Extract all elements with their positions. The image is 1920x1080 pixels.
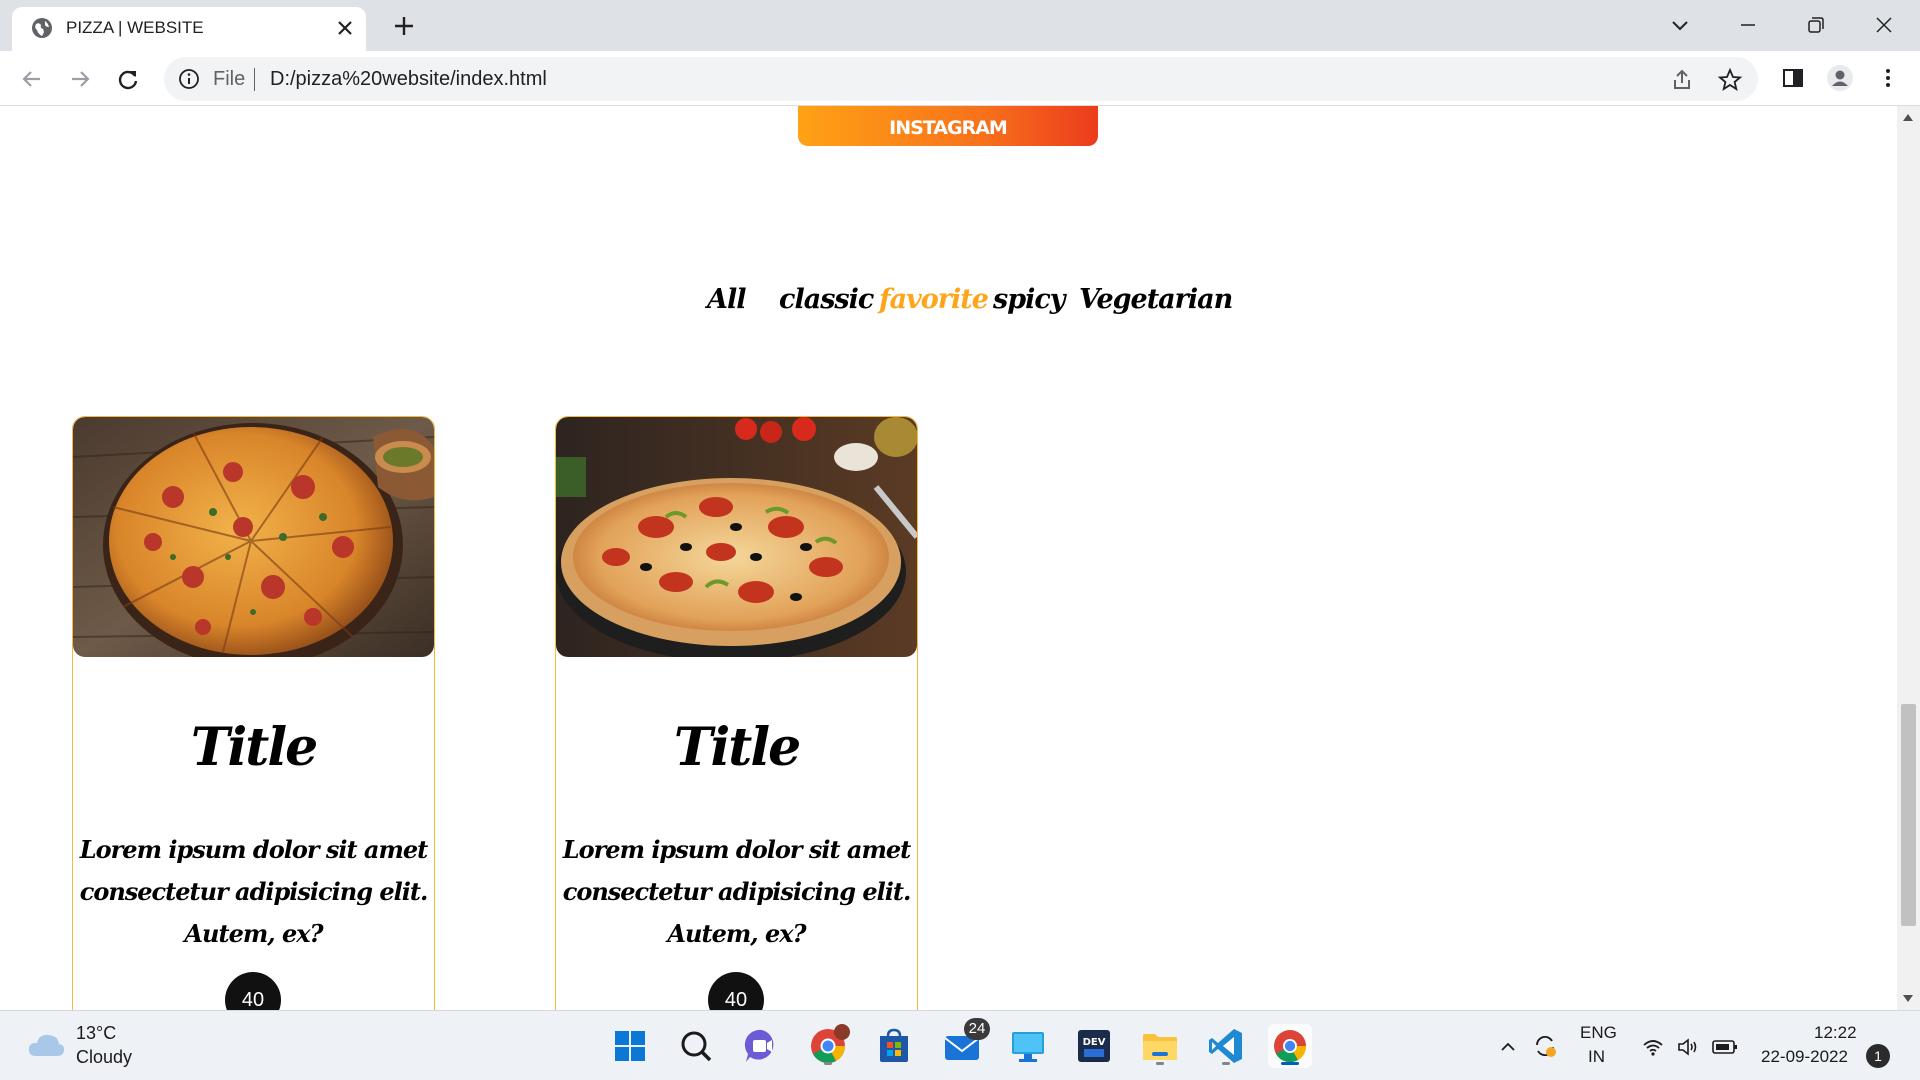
price-badge: 40 bbox=[708, 972, 764, 1010]
filter-spicy[interactable]: spicy bbox=[993, 284, 1065, 315]
filter-vegetarian[interactable]: Vegetarian bbox=[1079, 284, 1233, 315]
pizza-card[interactable]: Title Lorem ipsum dolor sit amet consect… bbox=[72, 416, 435, 1010]
taskbar-store[interactable] bbox=[872, 1024, 916, 1068]
weather-condition: Cloudy bbox=[76, 1047, 133, 1067]
running-indicator bbox=[824, 1062, 832, 1065]
pizza-card[interactable]: Title Lorem ipsum dolor sit amet consect… bbox=[555, 416, 918, 1010]
price-badge: 40 bbox=[225, 972, 281, 1010]
restore-icon[interactable] bbox=[1801, 10, 1831, 40]
minimize-icon[interactable] bbox=[1733, 10, 1763, 40]
pizza-image bbox=[73, 417, 434, 657]
windows-start-icon bbox=[615, 1031, 645, 1061]
region-indicator: IN bbox=[1588, 1047, 1605, 1066]
taskbar-devhome[interactable]: DEV bbox=[1072, 1024, 1116, 1068]
weather-temperature: 13°C bbox=[76, 1023, 117, 1043]
filter-favorite[interactable]: favorite bbox=[879, 284, 989, 315]
card-title: Title bbox=[673, 717, 801, 778]
mail-unread-badge: 24 bbox=[964, 1018, 990, 1040]
filter-classic[interactable]: classic bbox=[779, 284, 874, 315]
browser-toolbar: File D:/pizza%20website/index.html bbox=[0, 51, 1920, 106]
start-button[interactable] bbox=[608, 1024, 652, 1068]
bookmark-star-icon[interactable] bbox=[1717, 67, 1743, 93]
share-icon[interactable] bbox=[1669, 67, 1695, 93]
taskbar-file-explorer[interactable] bbox=[1138, 1024, 1182, 1068]
category-filters: All classic favorite spicy Vegetarian bbox=[0, 284, 1897, 334]
close-window-icon[interactable] bbox=[1869, 10, 1899, 40]
url-text[interactable]: D:/pizza%20website/index.html bbox=[270, 68, 547, 91]
tab-search-chevron-icon[interactable] bbox=[1665, 10, 1695, 40]
site-info-icon[interactable] bbox=[178, 68, 200, 90]
taskbar-chat-button[interactable] bbox=[740, 1024, 784, 1068]
card-description: Lorem ipsum dolor sit amet consectetur a… bbox=[562, 835, 912, 948]
instagram-button[interactable]: INSTAGRAM bbox=[798, 106, 1098, 146]
chevron-up-icon[interactable] bbox=[1498, 1037, 1518, 1057]
filter-all[interactable]: All bbox=[707, 284, 746, 315]
browser-tab[interactable]: PIZZA | WEBSITE bbox=[12, 7, 366, 51]
clock-time[interactable]: 12:22 bbox=[1814, 1023, 1857, 1043]
running-indicator bbox=[1156, 1062, 1164, 1065]
taskbar-mail[interactable]: 24 bbox=[940, 1018, 990, 1068]
cloud-weather-icon[interactable] bbox=[26, 1030, 66, 1060]
taskbar-chrome-profile[interactable] bbox=[806, 1024, 850, 1068]
teams-chat-icon bbox=[744, 1029, 774, 1062]
back-icon[interactable] bbox=[18, 65, 46, 93]
tab-title: PIZZA | WEBSITE bbox=[66, 18, 204, 37]
scrollbar-thumb[interactable] bbox=[1901, 704, 1916, 926]
language-indicator[interactable]: ENG bbox=[1580, 1023, 1617, 1043]
search-icon bbox=[681, 1031, 712, 1062]
omnibox-divider bbox=[254, 68, 255, 91]
tab-strip: PIZZA | WEBSITE bbox=[0, 0, 1920, 51]
svg-text:DEV: DEV bbox=[1083, 1037, 1106, 1048]
page-scrollbar[interactable] bbox=[1897, 106, 1920, 1010]
scroll-up-arrow-icon[interactable] bbox=[1903, 114, 1913, 121]
reload-icon[interactable] bbox=[114, 65, 142, 93]
devhome-icon: DEV bbox=[1078, 1030, 1110, 1062]
taskbar-remote-desktop[interactable] bbox=[1006, 1024, 1050, 1068]
running-indicator bbox=[1222, 1062, 1230, 1065]
battery-icon[interactable] bbox=[1712, 1038, 1738, 1056]
globe-icon bbox=[32, 18, 52, 38]
card-description: Lorem ipsum dolor sit amet consectetur a… bbox=[79, 835, 429, 948]
close-tab-icon[interactable] bbox=[334, 17, 356, 39]
scroll-down-arrow-icon[interactable] bbox=[1903, 995, 1913, 1002]
taskbar-chrome[interactable] bbox=[1268, 1024, 1312, 1068]
new-tab-icon[interactable] bbox=[390, 12, 418, 40]
notification-badge[interactable]: 1 bbox=[1866, 1044, 1890, 1068]
taskbar-vscode[interactable] bbox=[1204, 1024, 1248, 1068]
card-title: Title bbox=[190, 717, 318, 778]
address-bar[interactable]: File D:/pizza%20website/index.html bbox=[164, 57, 1758, 101]
remote-desktop-icon bbox=[1012, 1032, 1044, 1062]
clock-date[interactable]: 22-09-2022 bbox=[1761, 1047, 1848, 1067]
running-indicator bbox=[1281, 1062, 1299, 1065]
pizza-image bbox=[556, 417, 917, 657]
microsoft-store-icon bbox=[880, 1028, 908, 1062]
browser-menu-icon[interactable] bbox=[1874, 64, 1902, 92]
forward-icon[interactable] bbox=[66, 65, 94, 93]
profile-avatar-icon[interactable] bbox=[1826, 64, 1854, 92]
page-viewport: INSTAGRAM All classic favorite spicy Veg… bbox=[0, 106, 1897, 1010]
wifi-icon[interactable] bbox=[1642, 1037, 1664, 1057]
side-panel-icon[interactable] bbox=[1779, 64, 1807, 92]
screen: PIZZA | WEBSITE File D:/pizza%20website/… bbox=[0, 0, 1920, 1080]
url-scheme-label: File bbox=[213, 68, 246, 90]
taskbar-search-button[interactable] bbox=[674, 1024, 718, 1068]
volume-icon[interactable] bbox=[1676, 1036, 1700, 1058]
sync-icon[interactable] bbox=[1532, 1033, 1558, 1059]
windows-taskbar: 13°C Cloudy 24 DEV ENG IN 12:22 22-09-20… bbox=[0, 1010, 1920, 1080]
